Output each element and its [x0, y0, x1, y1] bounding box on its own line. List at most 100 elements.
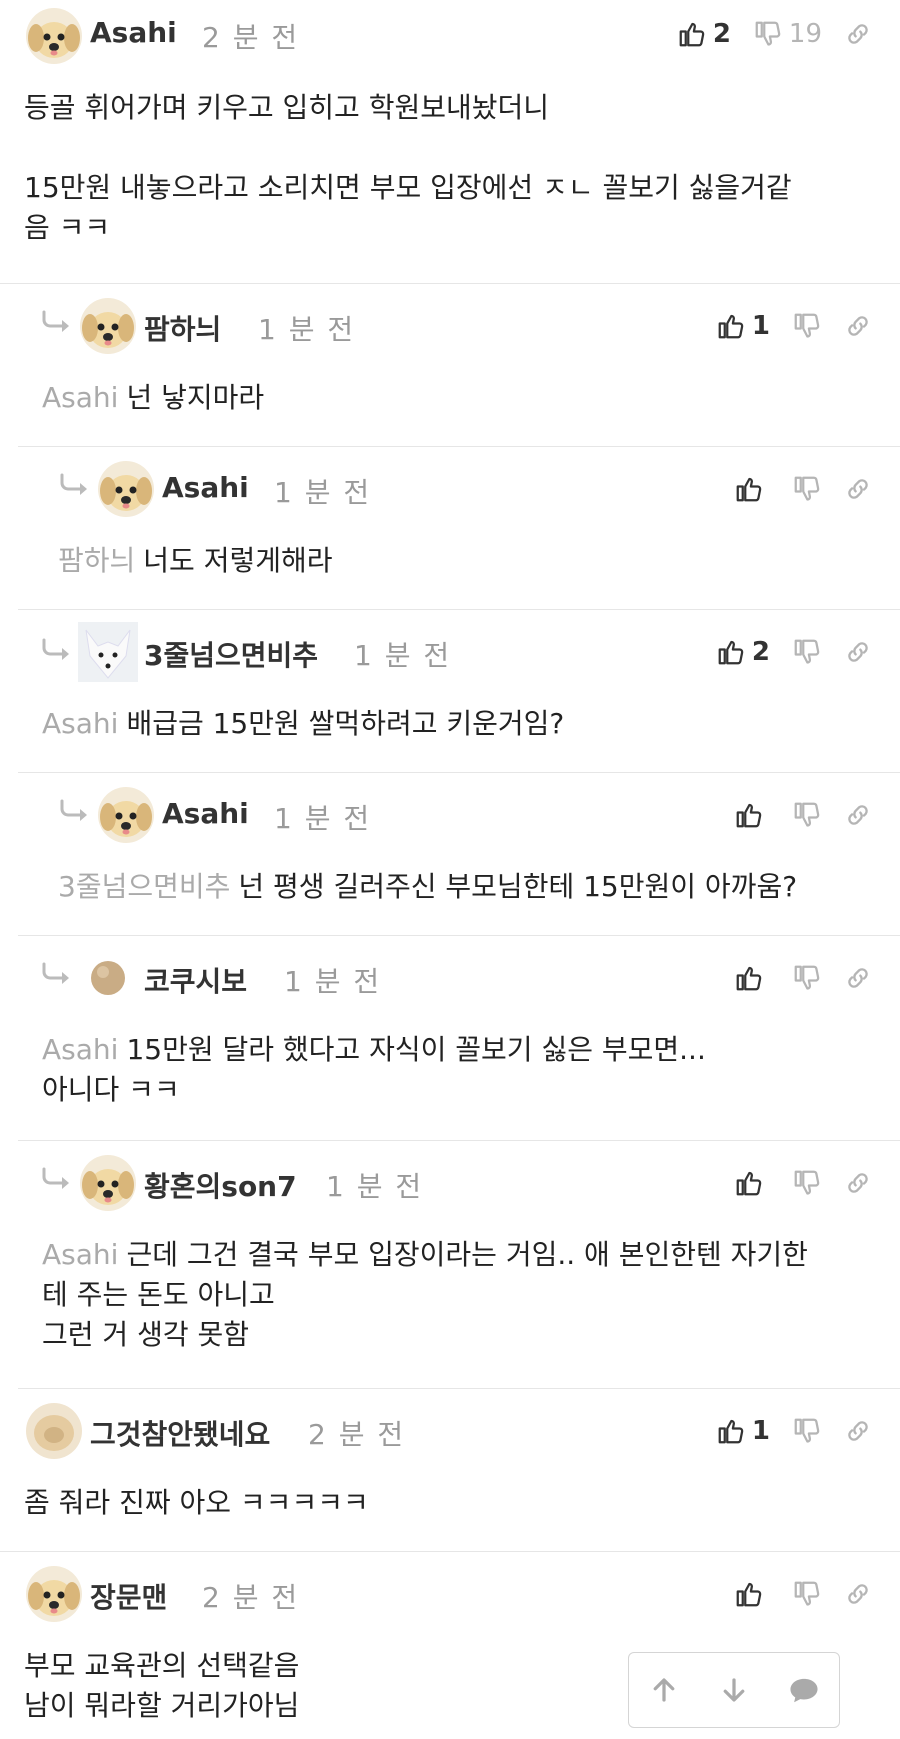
thumbs-up-icon: [734, 1168, 764, 1198]
avatar[interactable]: [80, 950, 136, 1006]
mention[interactable]: Asahi: [42, 1238, 118, 1271]
permalink-button[interactable]: [844, 964, 872, 992]
like-button[interactable]: [734, 474, 764, 504]
avatar[interactable]: [80, 298, 136, 354]
link-icon: [844, 1417, 872, 1445]
like-button[interactable]: [734, 1168, 764, 1198]
comment-line: 그런 거 생각 못함: [42, 1318, 250, 1351]
permalink-button[interactable]: [844, 475, 872, 503]
dislike-button[interactable]: [792, 1416, 822, 1446]
mention[interactable]: Asahi: [42, 1033, 118, 1066]
thumbs-down-icon: [792, 1416, 822, 1446]
thumbs-up-icon: [734, 963, 764, 993]
thumbs-up-icon: [734, 1579, 764, 1609]
dislike-button[interactable]: [792, 637, 822, 667]
permalink-button[interactable]: [844, 20, 872, 48]
permalink-button[interactable]: [844, 1580, 872, 1608]
reply-comment: 팜하늬 1 분 전 1 Asahi 넌 낳지마라: [18, 284, 900, 447]
avatar[interactable]: [26, 8, 82, 64]
like-button[interactable]: [734, 800, 764, 830]
mention[interactable]: Asahi: [42, 707, 118, 740]
comment-line: 부모 교육관의 선택같음: [24, 1649, 300, 1682]
dislike-button[interactable]: [792, 800, 822, 830]
reply-arrow-icon: [40, 310, 74, 334]
reply-arrow-icon: [58, 473, 92, 497]
scroll-down-button[interactable]: [709, 1665, 759, 1715]
reply-arrow-icon: [40, 962, 74, 986]
avatar[interactable]: [98, 787, 154, 843]
comment-line: 15만원 내놓으라고 소리치면 부모 입장에선 ㅈㄴ 꼴보기 싫을거같: [24, 171, 792, 204]
comment-line: 너도 저렇게해라: [143, 544, 333, 577]
comment-actions: [720, 958, 872, 998]
scroll-up-button[interactable]: [639, 1665, 689, 1715]
comment-time: 1 분 전: [274, 802, 372, 835]
comment-line: 아니다 ㅋㅋ: [42, 1073, 180, 1106]
comment-time: 2 분 전: [202, 1581, 300, 1614]
thumbs-down-icon: [792, 311, 822, 341]
dislike-button[interactable]: [792, 474, 822, 504]
thumbs-up-icon: [734, 474, 764, 504]
arrow-up-icon: [653, 1678, 675, 1702]
dislike-button[interactable]: 19: [753, 19, 822, 49]
permalink-button[interactable]: [844, 801, 872, 829]
comment-body: 좀 줘라 진짜 아오 ㅋㅋㅋㅋㅋ: [24, 1483, 369, 1523]
comment-author[interactable]: Asahi: [90, 16, 177, 49]
link-icon: [844, 638, 872, 666]
comment-bubble-icon: [790, 1678, 818, 1703]
comment-author[interactable]: 황혼의son7: [144, 1165, 297, 1205]
mention[interactable]: 팜하늬: [58, 544, 135, 577]
comment-author[interactable]: Asahi: [162, 797, 249, 830]
comment-time: 2 분 전: [308, 1418, 406, 1451]
comment-time: 1 분 전: [258, 313, 356, 346]
comment-author[interactable]: 장문맨: [90, 1576, 167, 1616]
comment-body: Asahi 15만원 달라 했다고 자식이 꼴보기 싫은 부모면... 아니다 ㅋ…: [42, 1030, 706, 1110]
like-button[interactable]: [734, 1579, 764, 1609]
avatar[interactable]: [26, 1403, 82, 1459]
dislike-button[interactable]: [792, 1168, 822, 1198]
comment-line: 등골 휘어가며 키우고 입히고 학원보내놨더니: [24, 91, 550, 124]
permalink-button[interactable]: [844, 1417, 872, 1445]
avatar[interactable]: [80, 1155, 136, 1211]
dislike-count: 19: [788, 19, 822, 49]
reply-arrow-icon: [40, 638, 74, 662]
permalink-button[interactable]: [844, 638, 872, 666]
thumbs-up-icon: [716, 1416, 746, 1446]
comment-line: 15만원 달라 했다고 자식이 꼴보기 싫은 부모면...: [126, 1033, 706, 1066]
comment-line: 남이 뭐라할 거리가아님: [24, 1689, 300, 1722]
comment-line: 음 ㅋㅋ: [24, 211, 111, 244]
comment: 그것참안됐네요 2 분 전 1 좀 줘라 진짜 아오 ㅋㅋㅋㅋㅋ: [0, 1389, 900, 1552]
comment-author[interactable]: 3줄넘으면비추: [144, 634, 318, 674]
comment-author[interactable]: 팜하늬: [144, 308, 221, 348]
thumbs-down-icon: [792, 474, 822, 504]
like-button[interactable]: 2: [677, 19, 731, 49]
link-icon: [844, 1169, 872, 1197]
comment-actions: [720, 1574, 872, 1614]
permalink-button[interactable]: [844, 1169, 872, 1197]
mention[interactable]: Asahi: [42, 381, 118, 414]
avatar[interactable]: [26, 1566, 82, 1622]
link-icon: [844, 1580, 872, 1608]
avatar[interactable]: [98, 461, 154, 517]
like-button[interactable]: 1: [716, 1416, 770, 1446]
permalink-button[interactable]: [844, 312, 872, 340]
dislike-button[interactable]: [792, 963, 822, 993]
comment-author[interactable]: Asahi: [162, 471, 249, 504]
comment-button[interactable]: [779, 1665, 829, 1715]
floating-nav-bar: [628, 1652, 840, 1728]
like-button[interactable]: [734, 963, 764, 993]
comment-actions: 1: [702, 306, 872, 346]
comment-author[interactable]: 코쿠시보: [144, 960, 247, 1000]
like-count: 1: [751, 1416, 770, 1446]
comment-line: 넌 평생 길러주신 부모님한테 15만원이 아까움?: [238, 870, 798, 903]
dislike-button[interactable]: [792, 1579, 822, 1609]
dislike-button[interactable]: [792, 311, 822, 341]
reply-arrow-icon: [58, 799, 92, 823]
mention[interactable]: 3줄넘으면비추: [58, 870, 230, 903]
like-button[interactable]: 2: [716, 637, 770, 667]
comment: Asahi 2 분 전 2 19 등골 휘어가며 키우고 입히고 학원보내놨더니…: [0, 0, 900, 284]
avatar[interactable]: [78, 622, 138, 682]
comment-author[interactable]: 그것참안됐네요: [90, 1413, 270, 1453]
thumbs-down-icon: [792, 963, 822, 993]
like-button[interactable]: 1: [716, 311, 770, 341]
comment-line: 넌 낳지마라: [126, 381, 265, 414]
